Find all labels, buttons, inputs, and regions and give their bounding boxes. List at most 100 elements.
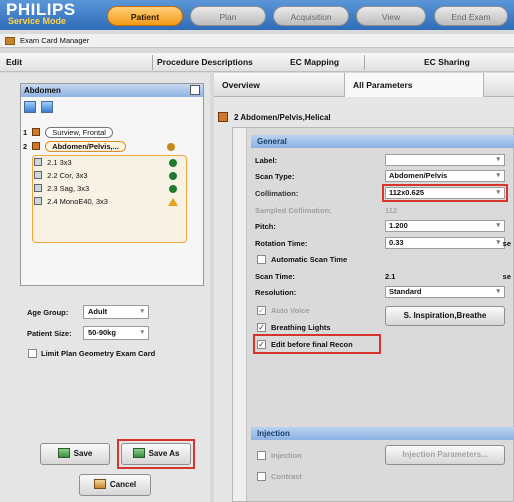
tab-acquisition[interactable]: Acquisition [273, 6, 349, 26]
label-field-label: Label: [255, 156, 278, 165]
highlight-frame [253, 334, 381, 354]
limit-plan-label: Limit Plan Geometry Exam Card [41, 349, 156, 358]
limit-plan-checkbox[interactable] [28, 349, 37, 358]
breathing-lights-label: Breathing Lights [271, 323, 331, 332]
vertical-scrollbar[interactable] [233, 128, 247, 501]
sampled-collimation-label: Sampled Collimation: [255, 206, 332, 215]
breathe-command-button[interactable]: S. Inspiration,Breathe [385, 306, 505, 326]
tree-item-label: Surview, Frontal [45, 127, 113, 138]
cancel-icon [93, 479, 106, 489]
contrast-checkbox[interactable] [257, 472, 266, 481]
scan-time-unit: se [502, 272, 511, 281]
scan-header: 2 Abdomen/Pelvis,Helical [234, 113, 331, 122]
label-input[interactable]: ▾ [385, 154, 505, 166]
left-panel: Abdomen 1 Surview, Frontal 2 Abdomen/Pel… [0, 73, 210, 502]
menu-procedure-descriptions[interactable]: Procedure Descriptions [157, 53, 253, 72]
chevron-down-icon: ▾ [140, 329, 144, 336]
breathing-lights-checkbox[interactable]: ✓ [257, 323, 266, 332]
auto-voice-checkbox[interactable]: ✓ [257, 306, 266, 315]
scan-time-label: Scan Time: [255, 272, 295, 281]
check-icon [169, 185, 177, 193]
automatic-scan-time-label: Automatic Scan Time [271, 255, 348, 264]
check-icon [169, 172, 177, 180]
chevron-down-icon: ▾ [496, 222, 500, 229]
cancel-button[interactable]: Cancel [79, 474, 151, 496]
recon-icon [34, 171, 42, 179]
parameters-scroll-area[interactable]: General Label: ▾ Scan Type: Abdomen/Pelv… [232, 127, 514, 502]
age-group-select[interactable]: Adult ▾ [83, 305, 149, 319]
save-button-label: Save [73, 449, 93, 458]
pitch-select[interactable]: 1.200 ▾ [385, 220, 505, 232]
menu-ec-sharing[interactable]: EC Sharing [424, 53, 470, 72]
menu-divider [364, 55, 365, 70]
tree-item[interactable]: 2.3 Sag, 3x3 [34, 183, 89, 195]
injection-checkbox[interactable] [257, 451, 266, 460]
tree-item-label: 2.3 Sag, 3x3 [47, 184, 90, 193]
tree-item[interactable]: 1 Surview, Frontal [23, 127, 113, 139]
scan-type-select[interactable]: Abdomen/Pelvis ▾ [385, 170, 505, 182]
tree-title: Abdomen [24, 86, 61, 95]
menu-divider [152, 55, 153, 70]
patient-size-select[interactable]: 50-90kg ▾ [83, 326, 149, 340]
highlight-frame [117, 439, 195, 469]
tree-item-number: 1 [23, 128, 28, 137]
tree-item-label: 2.1 3x3 [47, 158, 72, 167]
contrast-label: Contrast [271, 472, 302, 481]
resolution-value: Standard [389, 287, 422, 296]
right-panel: Overview All Parameters 2 Abdomen/Pelvis… [214, 73, 514, 502]
rotation-time-select[interactable]: 0.33 ▾ [385, 237, 505, 249]
tree-item-label: Abdomen/Pelvis,... [45, 141, 126, 152]
age-group-value: Adult [88, 307, 108, 316]
warning-icon [168, 198, 178, 206]
tree-toolbar [24, 101, 56, 115]
injection-label: Injection [271, 451, 302, 460]
recon-icon [34, 184, 42, 192]
exam-card-icon [5, 37, 15, 45]
tab-all-parameters[interactable]: All Parameters [344, 73, 484, 97]
patient-size-value: 50-90kg [88, 328, 116, 337]
tree-item[interactable]: 2 Abdomen/Pelvis,... [23, 141, 126, 153]
tab-plan[interactable]: Plan [190, 6, 266, 26]
scan-type-value: Abdomen/Pelvis [389, 171, 448, 180]
scan-icon [32, 142, 41, 150]
scan-icon [32, 128, 41, 136]
resolution-label: Resolution: [255, 288, 297, 297]
tab-view[interactable]: View [356, 6, 426, 26]
window-title-bar: Exam Card Manager [0, 34, 514, 48]
pitch-value: 1.200 [389, 221, 408, 230]
highlight-frame [382, 184, 508, 202]
menu-ec-mapping[interactable]: EC Mapping [290, 53, 339, 72]
add-scan-icon[interactable] [41, 101, 54, 113]
chevron-down-icon: ▾ [140, 308, 144, 315]
tab-overview[interactable]: Overview [214, 73, 344, 97]
tree-item-label: 2.2 Cor, 3x3 [47, 171, 88, 180]
save-icon [57, 448, 70, 458]
chevron-down-icon: ▾ [496, 288, 500, 295]
injection-parameters-button[interactable]: Injection Parameters... [385, 445, 505, 465]
cancel-button-label: Cancel [109, 480, 137, 489]
tree-view-icon[interactable] [24, 101, 36, 113]
exam-card-tree: Abdomen 1 Surview, Frontal 2 Abdomen/Pel… [20, 83, 204, 286]
resolution-select[interactable]: Standard ▾ [385, 286, 505, 298]
save-button[interactable]: Save [40, 443, 110, 465]
parameter-tabs: Overview All Parameters [214, 73, 514, 97]
automatic-scan-time-checkbox[interactable] [257, 255, 266, 264]
menu-bar: Edit Procedure Descriptions EC Mapping E… [0, 53, 514, 72]
tab-patient[interactable]: Patient [107, 6, 183, 26]
pending-icon [167, 143, 175, 151]
tab-end-exam[interactable]: End Exam [434, 6, 508, 26]
patient-size-label: Patient Size: [27, 329, 72, 338]
tree-item[interactable]: 2.4 MonoE40, 3x3 [34, 196, 108, 208]
menu-edit[interactable]: Edit [6, 53, 22, 72]
age-group-label: Age Group: [27, 308, 69, 317]
edit-icon[interactable] [190, 85, 200, 95]
auto-voice-label: Auto Voice [271, 306, 310, 315]
recon-icon [34, 158, 42, 166]
expand-icon[interactable] [218, 112, 228, 122]
tree-header: Abdomen [21, 84, 203, 97]
tree-item[interactable]: 2.1 3x3 [34, 157, 72, 169]
scan-time-value: 2.1 [385, 272, 396, 281]
tree-item-number: 2 [23, 142, 28, 151]
tree-item[interactable]: 2.2 Cor, 3x3 [34, 170, 88, 182]
top-bar: PHILIPS Service Mode Patient Plan Acquis… [0, 0, 514, 30]
